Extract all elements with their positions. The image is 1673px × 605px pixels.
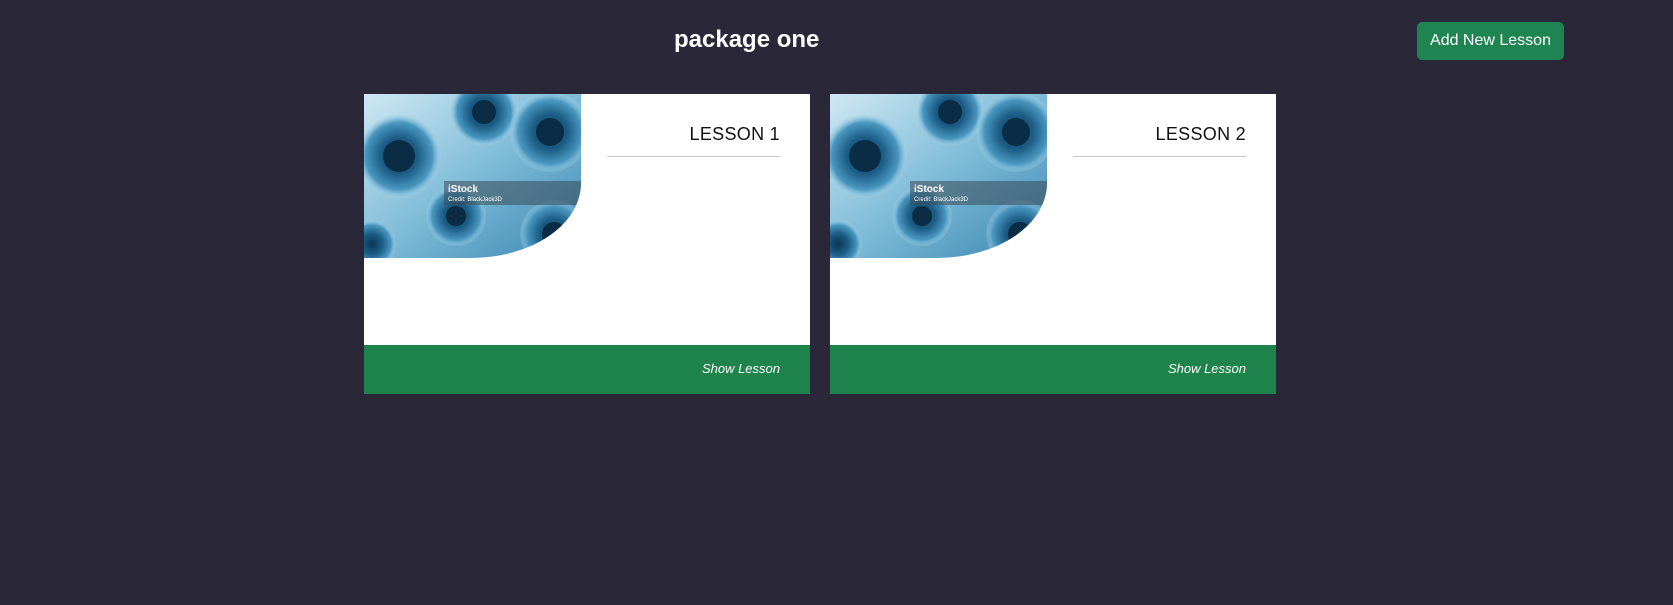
- lesson-card-list: iStock Credit: BlackJack3D LESSON 1 Show…: [364, 94, 1276, 394]
- lesson-title: LESSON 1: [689, 124, 780, 144]
- lesson-card: iStock Credit: BlackJack3D LESSON 2 Show…: [830, 94, 1276, 394]
- show-lesson-link[interactable]: Show Lesson: [1168, 361, 1246, 376]
- watermark-brand: iStock: [448, 184, 478, 195]
- lesson-card: iStock Credit: BlackJack3D LESSON 1 Show…: [364, 94, 810, 394]
- title-divider: [1073, 156, 1246, 157]
- card-footer: Show Lesson: [364, 345, 810, 394]
- watermark-brand: iStock: [914, 184, 944, 195]
- page: package one Add New Lesson iStock Credit…: [0, 0, 1673, 605]
- lesson-image: iStock Credit: BlackJack3D: [364, 94, 581, 258]
- lesson-image: iStock Credit: BlackJack3D: [830, 94, 1047, 258]
- watermark-credit: Credit: BlackJack3D: [914, 197, 969, 203]
- card-footer: Show Lesson: [830, 345, 1276, 394]
- title-divider: [607, 156, 780, 157]
- watermark-credit: Credit: BlackJack3D: [448, 197, 503, 203]
- add-new-lesson-button[interactable]: Add New Lesson: [1417, 22, 1564, 60]
- show-lesson-link[interactable]: Show Lesson: [702, 361, 780, 376]
- lesson-title: LESSON 2: [1155, 124, 1246, 144]
- page-title: package one: [674, 26, 820, 53]
